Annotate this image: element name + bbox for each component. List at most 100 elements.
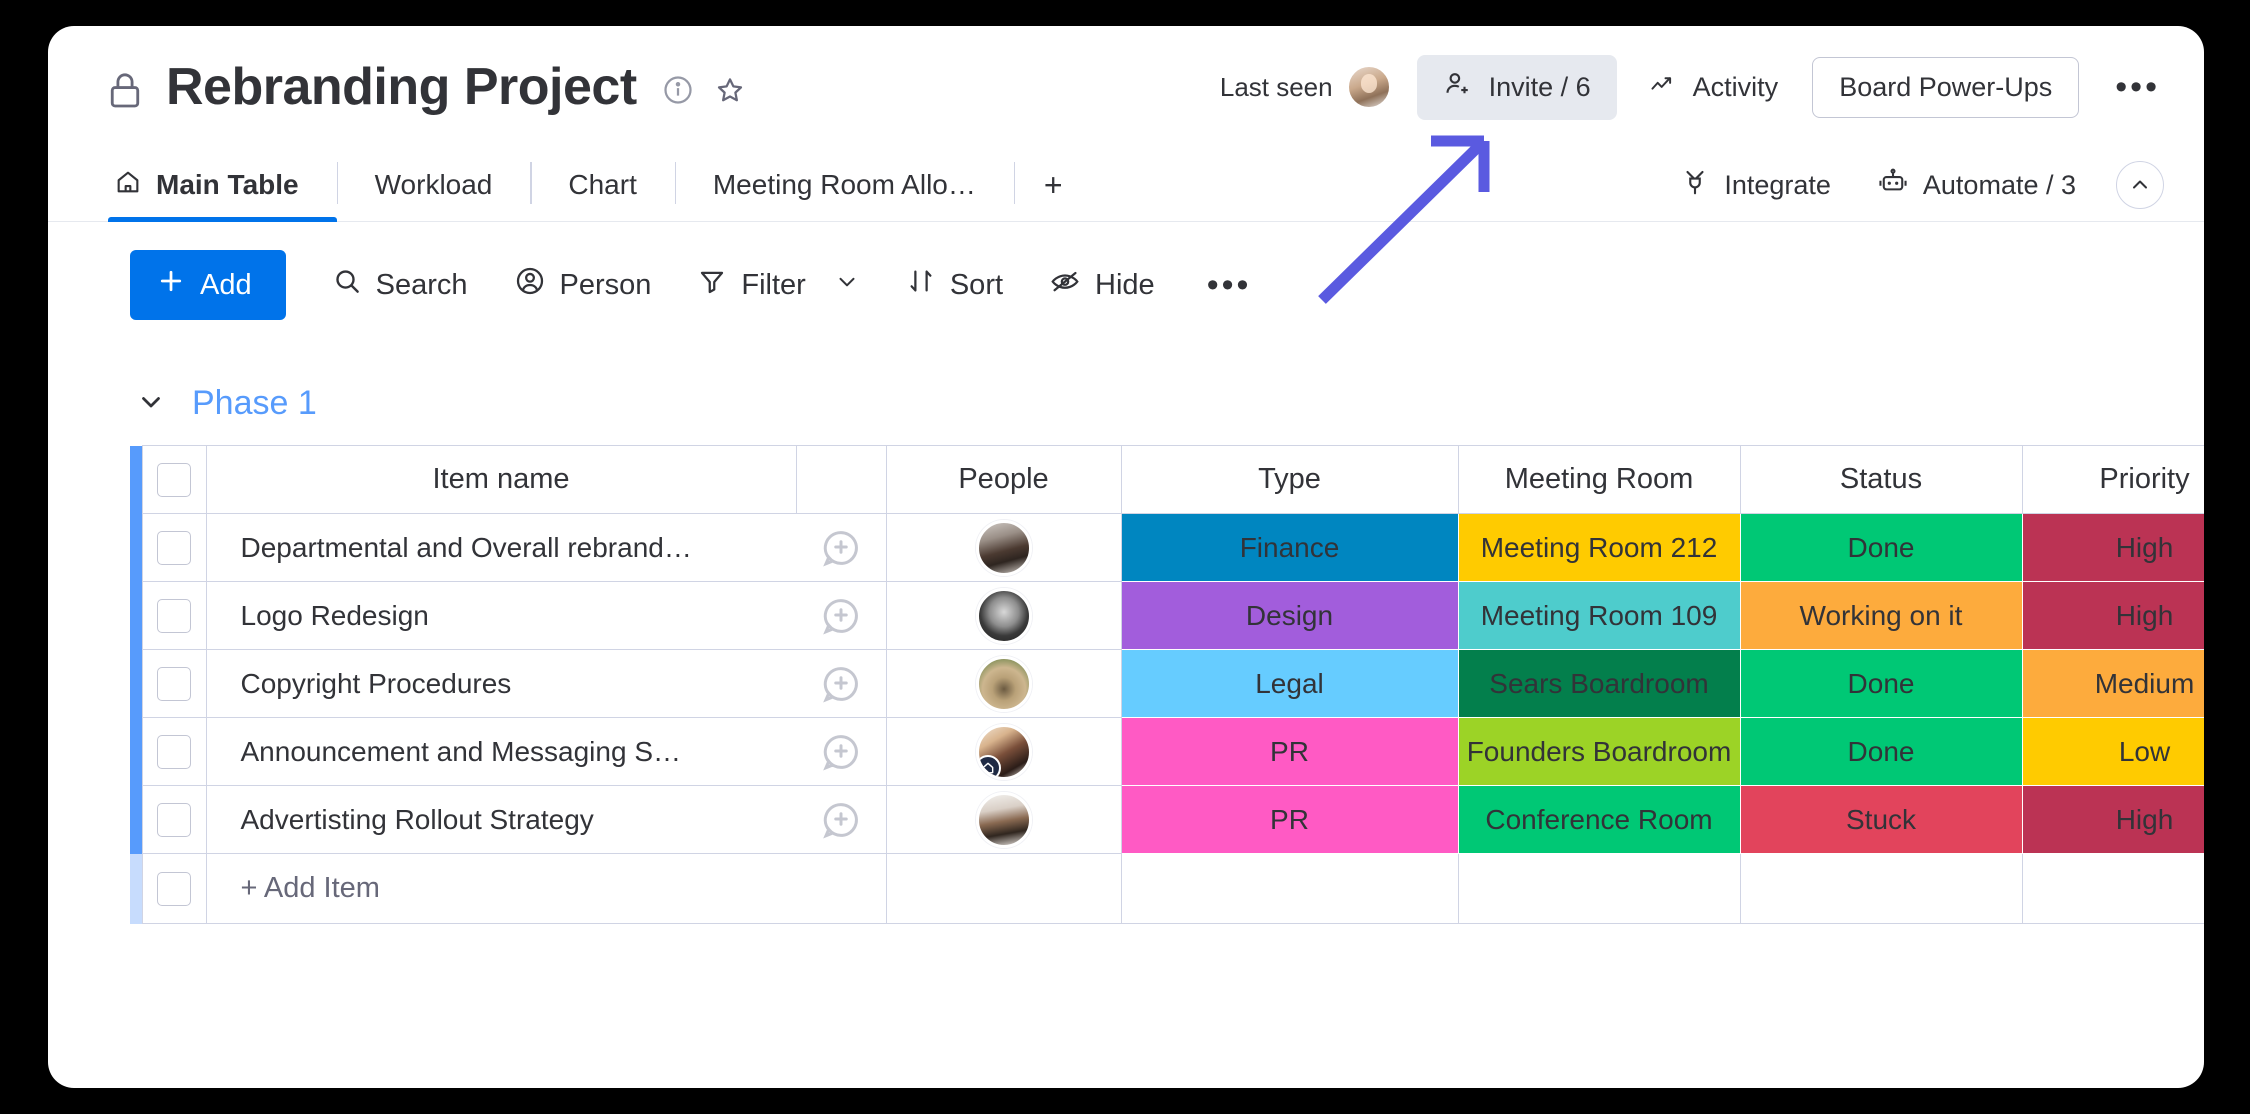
cell-updates[interactable] bbox=[796, 717, 887, 786]
cell-priority[interactable]: Medium bbox=[2021, 649, 2204, 718]
cell-status[interactable]: Stuck bbox=[1739, 785, 2023, 854]
tab-label: Meeting Room Allo… bbox=[712, 169, 976, 200]
cell-people[interactable] bbox=[885, 649, 1122, 718]
add-item-priority bbox=[2021, 853, 2204, 924]
avatar[interactable] bbox=[975, 587, 1032, 644]
cell-updates[interactable] bbox=[796, 649, 887, 718]
collapse-header-button[interactable] bbox=[2116, 161, 2164, 209]
column-header-updates bbox=[795, 445, 887, 514]
row-accent bbox=[130, 717, 142, 786]
avatar[interactable] bbox=[975, 655, 1032, 712]
column-header-meeting-room[interactable]: Meeting Room bbox=[1457, 445, 1741, 514]
group-title[interactable]: Phase 1 bbox=[192, 384, 317, 423]
avatar[interactable] bbox=[975, 791, 1032, 848]
avatar[interactable] bbox=[975, 519, 1032, 576]
comment-add-icon bbox=[822, 666, 858, 702]
cell-item-name[interactable]: Departmental and Overall rebrand… bbox=[205, 513, 796, 582]
info-icon[interactable] bbox=[663, 75, 693, 105]
cell-item-name[interactable]: Advertisting Rollout Strategy bbox=[205, 785, 796, 854]
activity-button[interactable]: Activity bbox=[1649, 70, 1778, 105]
toolbar-more-button[interactable]: ••• bbox=[1203, 268, 1256, 302]
star-icon[interactable] bbox=[715, 75, 745, 105]
column-header-status[interactable]: Status bbox=[1739, 445, 2023, 514]
board-power-ups-button[interactable]: Board Power-Ups bbox=[1812, 56, 2080, 118]
filter-button[interactable]: Filter bbox=[697, 266, 859, 304]
add-item-row[interactable]: + Add Item bbox=[130, 853, 2204, 924]
add-item-label[interactable]: + Add Item bbox=[205, 853, 887, 924]
tab-chart[interactable]: Chart bbox=[530, 148, 674, 222]
select-all-checkbox[interactable] bbox=[157, 462, 191, 497]
activity-trend-icon bbox=[1649, 70, 1679, 105]
person-label: Person bbox=[559, 268, 652, 301]
chevron-down-icon[interactable] bbox=[834, 268, 860, 302]
cell-meeting-room[interactable]: Sears Boardroom bbox=[1457, 649, 1741, 718]
select-all-cell bbox=[141, 445, 206, 514]
tab-main-table[interactable]: Main Table bbox=[108, 148, 337, 222]
header-more-button[interactable]: ••• bbox=[2111, 70, 2164, 104]
row-accent bbox=[130, 853, 142, 924]
cell-type[interactable]: PR bbox=[1120, 785, 1459, 854]
cell-updates[interactable] bbox=[796, 513, 887, 582]
sort-button[interactable]: Sort bbox=[906, 266, 1003, 304]
add-item-room bbox=[1457, 853, 1741, 924]
tab-workload[interactable]: Workload bbox=[336, 148, 531, 222]
cell-type[interactable]: PR bbox=[1120, 717, 1459, 786]
row-checkbox[interactable] bbox=[157, 802, 191, 837]
cell-status[interactable]: Working on it bbox=[1739, 581, 2023, 650]
cell-meeting-room[interactable]: Meeting Room 212 bbox=[1457, 513, 1741, 582]
row-accent bbox=[130, 649, 142, 718]
group-accent-bar bbox=[130, 445, 142, 514]
hide-button[interactable]: Hide bbox=[1049, 266, 1155, 304]
cell-status[interactable]: Done bbox=[1739, 513, 2023, 582]
avatar[interactable] bbox=[975, 723, 1032, 780]
cell-item-name[interactable]: Logo Redesign bbox=[205, 581, 796, 650]
automate-label: Automate / 3 bbox=[1922, 169, 2076, 200]
column-header-item-name[interactable]: Item name bbox=[205, 445, 796, 514]
row-checkbox[interactable] bbox=[157, 734, 191, 769]
cell-people[interactable] bbox=[885, 785, 1122, 854]
cell-meeting-room[interactable]: Conference Room bbox=[1457, 785, 1741, 854]
cell-priority[interactable]: High bbox=[2021, 581, 2204, 650]
sort-label: Sort bbox=[949, 268, 1004, 301]
cell-status[interactable]: Done bbox=[1739, 717, 2023, 786]
search-button[interactable]: Search bbox=[332, 266, 468, 304]
eye-off-icon bbox=[1049, 266, 1081, 304]
cell-type[interactable]: Legal bbox=[1120, 649, 1459, 718]
cell-people[interactable] bbox=[885, 717, 1122, 786]
row-select-cell bbox=[141, 581, 206, 650]
cell-meeting-room[interactable]: Meeting Room 109 bbox=[1457, 581, 1741, 650]
cell-priority[interactable]: Low bbox=[2021, 717, 2204, 786]
filter-icon bbox=[697, 266, 727, 304]
cell-people[interactable] bbox=[885, 581, 1122, 650]
invite-button[interactable]: Invite / 6 bbox=[1416, 54, 1617, 120]
cell-type[interactable]: Finance bbox=[1120, 513, 1459, 582]
column-header-type[interactable]: Type bbox=[1120, 445, 1459, 514]
cell-updates[interactable] bbox=[796, 581, 887, 650]
add-view-button[interactable]: + bbox=[1013, 148, 1093, 222]
last-seen[interactable]: Last seen bbox=[1220, 65, 1391, 109]
row-checkbox[interactable] bbox=[157, 598, 191, 633]
board-table-wrap: Item name People Type Meeting Room Statu… bbox=[48, 445, 2204, 924]
column-header-priority[interactable]: Priority bbox=[2021, 445, 2204, 514]
integrate-button[interactable]: Integrate bbox=[1680, 167, 1831, 204]
cell-type[interactable]: Design bbox=[1120, 581, 1459, 650]
row-checkbox[interactable] bbox=[157, 530, 191, 565]
cell-updates[interactable] bbox=[796, 785, 887, 854]
cell-status[interactable]: Done bbox=[1739, 649, 2023, 718]
avatar[interactable] bbox=[1346, 65, 1391, 109]
tab-meeting-room-allocation[interactable]: Meeting Room Allo… bbox=[674, 148, 1014, 222]
cell-item-name[interactable]: Copyright Procedures bbox=[205, 649, 796, 718]
column-header-people[interactable]: People bbox=[885, 445, 1122, 514]
add-button[interactable]: Add bbox=[130, 250, 286, 320]
cell-people[interactable] bbox=[885, 513, 1122, 582]
cell-item-name[interactable]: Announcement and Messaging S… bbox=[205, 717, 796, 786]
cell-priority[interactable]: High bbox=[2021, 513, 2204, 582]
person-button[interactable]: Person bbox=[514, 265, 652, 305]
row-checkbox[interactable] bbox=[157, 666, 191, 701]
row-accent bbox=[130, 581, 142, 650]
cell-priority[interactable]: High bbox=[2021, 785, 2204, 854]
cell-meeting-room[interactable]: Founders Boardroom bbox=[1457, 717, 1741, 786]
automate-button[interactable]: Automate / 3 bbox=[1877, 167, 2076, 204]
chevron-down-icon[interactable] bbox=[136, 386, 166, 421]
row-checkbox[interactable] bbox=[157, 871, 191, 906]
